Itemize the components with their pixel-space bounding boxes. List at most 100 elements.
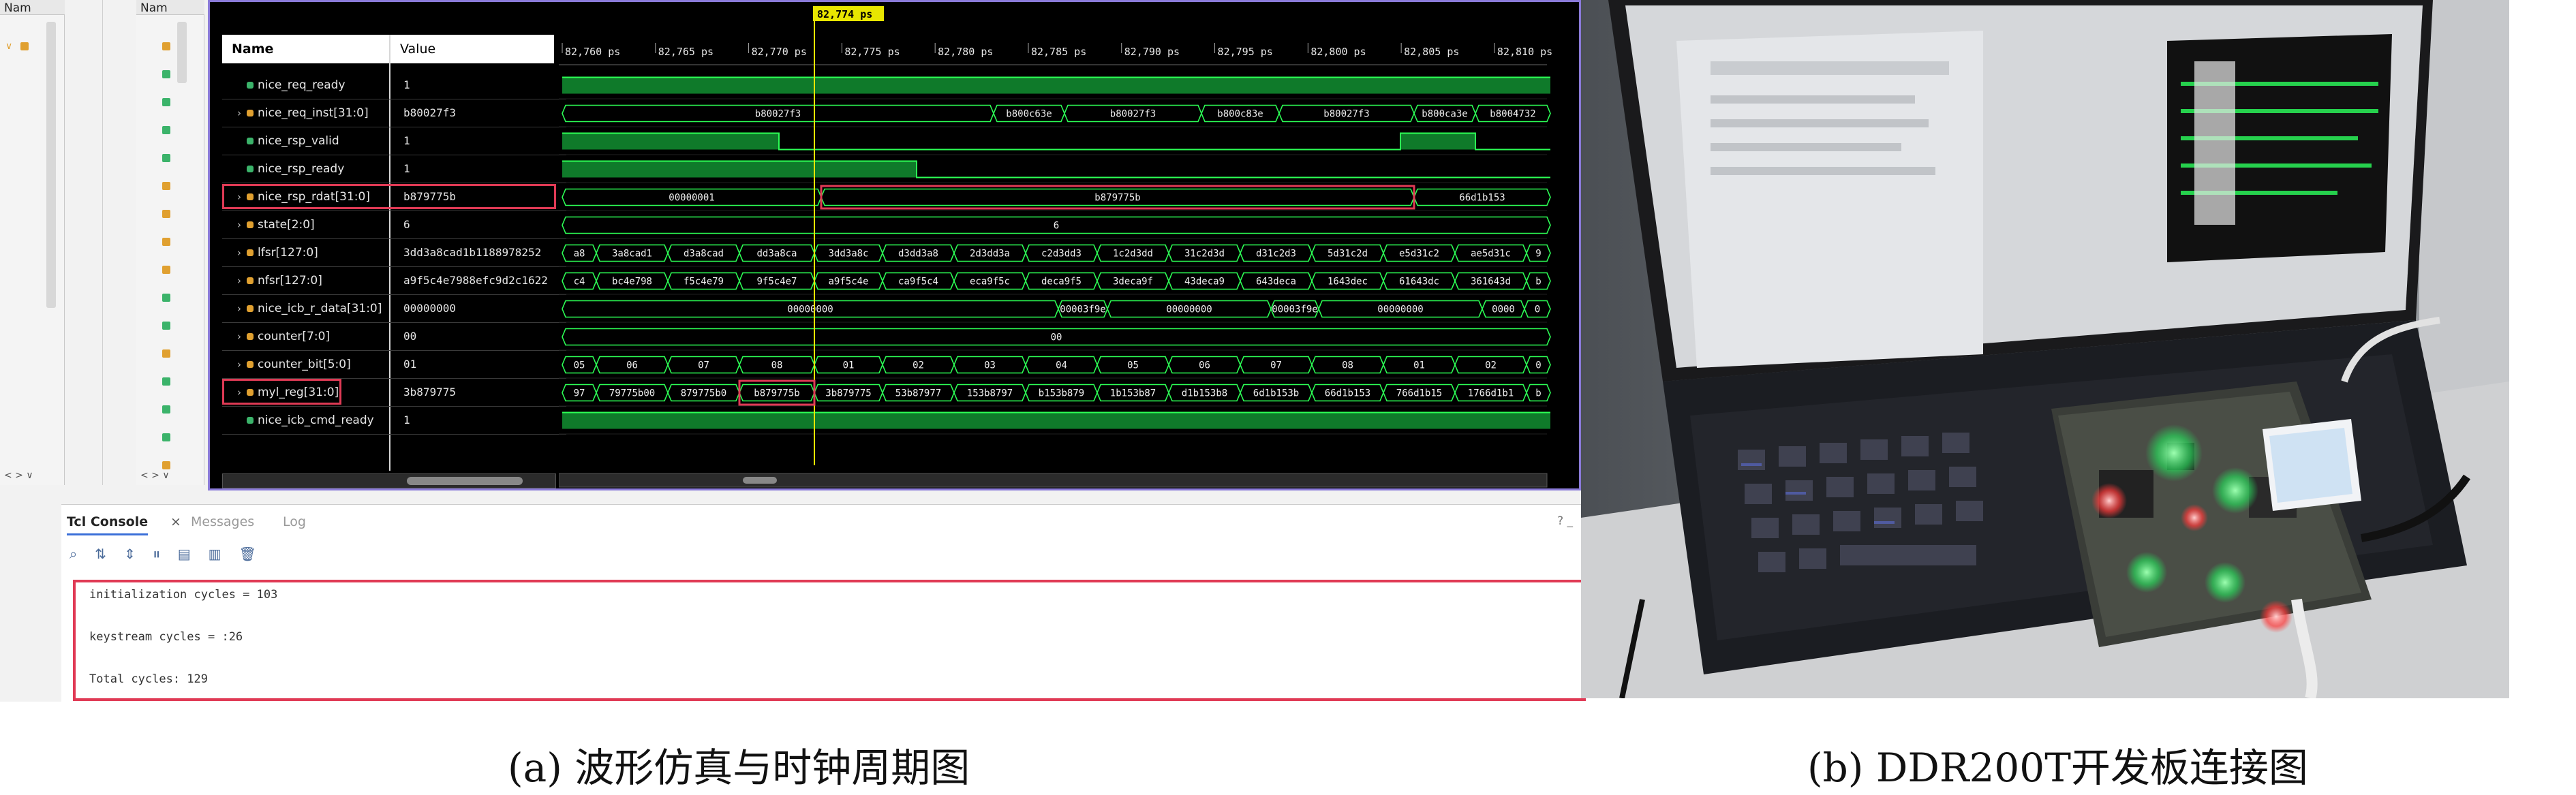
copy-icon[interactable]: ▤ — [178, 546, 209, 562]
bus-value-label: ca9f5c4 — [898, 277, 938, 287]
pause-icon[interactable]: ⏸ — [153, 546, 178, 562]
objects-scroll-controls[interactable]: < > ∨ — [140, 470, 170, 481]
bus-value-label: b — [1535, 388, 1541, 399]
bus-value-label: dd3a8ca — [756, 249, 797, 260]
bus-value-label: 3b879775 — [825, 388, 871, 399]
objects-panel[interactable]: < > ∨ — [136, 15, 204, 485]
signal-row[interactable]: › counter[7:0] 00 — [222, 323, 556, 350]
signal-value: 00 — [403, 330, 417, 343]
object-icon[interactable] — [162, 238, 170, 246]
scope-panel[interactable]: ∨ < > ∨ — [0, 15, 65, 485]
scope-scroll-controls[interactable]: < > ∨ — [4, 470, 33, 481]
names-horizontal-scrollbar[interactable] — [222, 473, 556, 488]
signal-row[interactable]: › nfsr[127:0] a9f5c4e7988efc9d2c1622 — [222, 267, 556, 294]
row-separator — [222, 434, 566, 435]
object-icon[interactable] — [162, 266, 170, 274]
object-icon[interactable] — [162, 322, 170, 330]
signal-row[interactable]: › state[2:0] 6 — [222, 211, 556, 238]
object-icon[interactable] — [162, 433, 170, 441]
signal-name: › nice_req_inst[31:0] — [237, 99, 401, 127]
signal-name: › lfsr[127:0] — [237, 239, 401, 266]
time-tick-label: 82,805 ps — [1404, 46, 1459, 58]
bus-value-label: 01 — [1413, 360, 1425, 371]
console-tabs: Tcl Console × Messages Log ? _ — [61, 505, 1581, 537]
chevron-down-icon[interactable]: ∨ — [5, 41, 14, 52]
bus-value-label: d3a8cad — [684, 249, 724, 260]
search-icon[interactable]: ⌕ — [70, 546, 95, 562]
caption-a: (a) 波形仿真与时钟周期图 — [508, 745, 970, 791]
bus-value-label: 3deca9f — [1113, 277, 1153, 287]
signal-name-text: nice_rsp_ready — [258, 162, 345, 176]
console-line: keystream cycles = :26 — [89, 630, 243, 644]
signal-row[interactable]: › nice_icb_r_data[31:0] 00000000 — [222, 295, 556, 322]
bus-value-label: 08 — [771, 360, 783, 371]
wave-scrollbar-thumb — [743, 477, 777, 484]
chevron-right-icon[interactable]: › — [237, 211, 247, 238]
waveform-canvas[interactable]: 82,760 ps 82,765 ps 82,770 ps 82,775 ps 82,7… — [559, 2, 1583, 489]
bus-value-label: 08 — [1342, 360, 1353, 371]
bus-value-label: 06 — [626, 360, 638, 371]
object-icon[interactable] — [162, 42, 170, 50]
chevron-right-icon[interactable]: › — [237, 99, 247, 127]
cursor-time-label: 82,774 ps — [817, 8, 872, 20]
value-column-header[interactable]: Value — [390, 35, 554, 63]
bit-signal-icon — [247, 417, 254, 424]
signal-value: 6 — [403, 218, 410, 231]
collapse-icon[interactable]: ⇅ — [95, 546, 124, 562]
chevron-right-icon[interactable]: › — [237, 295, 247, 322]
object-icon[interactable] — [162, 405, 170, 414]
bus-signal-icon — [247, 305, 254, 312]
object-icon[interactable] — [162, 154, 170, 162]
tab-messages[interactable]: Messages — [191, 514, 254, 529]
bus-value-label: ae5d31c — [1471, 249, 1511, 260]
bus-value-label: 5d31c2d — [1328, 249, 1368, 260]
table-icon[interactable]: ▥ — [209, 546, 239, 562]
signal-row[interactable]: › lfsr[127:0] 3dd3a8cad1b1188978252 — [222, 239, 556, 266]
signal-name-text: nice_icb_r_data[31:0] — [258, 302, 382, 315]
object-icon[interactable] — [162, 377, 170, 386]
chevron-right-icon[interactable]: › — [237, 239, 247, 266]
scope-scrollbar[interactable] — [46, 22, 56, 308]
signal-row[interactable]: › counter_bit[5:0] 01 — [222, 351, 556, 378]
object-icon[interactable] — [162, 126, 170, 134]
panel-divider — [102, 0, 103, 485]
chevron-right-icon[interactable]: › — [237, 351, 247, 378]
object-icon[interactable] — [162, 182, 170, 190]
bus-value-label: b8004732 — [1490, 109, 1535, 120]
object-icon[interactable] — [162, 294, 170, 302]
signal-row[interactable]: nice_rsp_valid 1 — [222, 127, 556, 155]
caption-b: (b) DDR200T开发板连接图 — [1807, 745, 2308, 791]
signal-row[interactable]: nice_icb_cmd_ready 1 — [222, 407, 556, 434]
signal-row[interactable]: › nice_req_inst[31:0] b80027f3 — [222, 99, 556, 127]
chevron-right-icon[interactable]: › — [237, 267, 247, 294]
close-icon[interactable]: × — [170, 514, 181, 529]
console-line: Total cycles: 129 — [89, 672, 208, 686]
objects-scrollbar[interactable] — [177, 22, 187, 83]
bus-value-label: 97 — [574, 388, 585, 399]
object-icon[interactable] — [162, 98, 170, 106]
signal-row[interactable]: nice_rsp_ready 1 — [222, 155, 556, 183]
object-icon[interactable] — [162, 461, 170, 469]
bus-value-label: b800c83e — [1217, 109, 1263, 120]
bus-value-label: 66d1b153 — [1459, 193, 1505, 204]
object-icon[interactable] — [162, 349, 170, 358]
name-column-header[interactable]: Name — [222, 35, 389, 63]
wave-scrollbar — [559, 473, 1548, 488]
bus-value-label: 06 — [1199, 360, 1210, 371]
object-icon[interactable] — [162, 210, 170, 218]
signal-row[interactable]: nice_req_ready 1 — [222, 72, 556, 99]
time-tick-label: 82,800 ps — [1310, 46, 1366, 58]
object-icon[interactable] — [162, 70, 170, 78]
signal-name-text: nice_req_ready — [258, 78, 346, 92]
tab-log[interactable]: Log — [283, 514, 306, 529]
module-icon — [20, 42, 29, 50]
bus-value-label: 1b153b87 — [1110, 388, 1156, 399]
trash-icon[interactable]: 🗑 — [239, 546, 274, 562]
console-output[interactable]: initialization cycles = 103 keystream cy… — [73, 580, 1586, 701]
expand-icon[interactable]: ⇕ — [124, 546, 153, 562]
chevron-right-icon[interactable]: › — [237, 323, 247, 350]
scrollbar-thumb[interactable] — [407, 477, 523, 485]
window-controls[interactable]: ? _ — [1557, 514, 1573, 528]
tab-tcl-console[interactable]: Tcl Console — [67, 514, 149, 535]
waveform-window[interactable]: Name Value nice_req_ready 1 › nice_req_inst… — [208, 0, 1581, 490]
